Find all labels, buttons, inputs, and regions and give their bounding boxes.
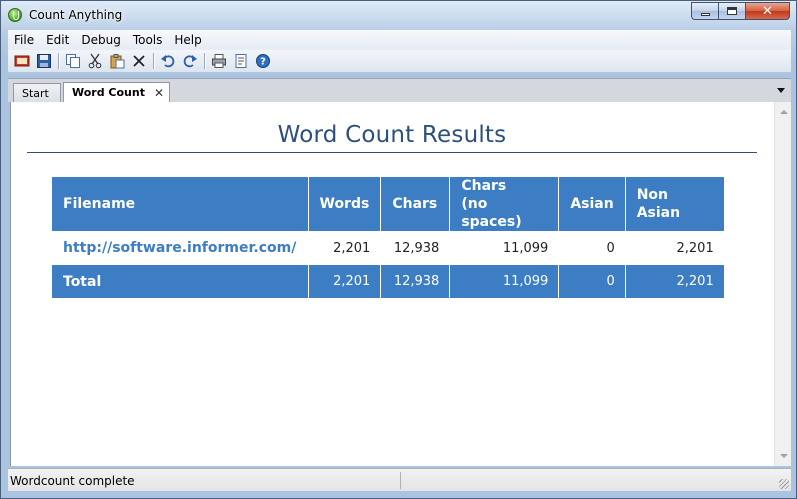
copy-icon[interactable] (62, 51, 84, 71)
close-icon: ✕ (762, 3, 773, 19)
title-bar[interactable]: Count Anything ✕ (1, 1, 796, 29)
toolbar-separator (204, 53, 205, 69)
table-header-row: Filename Words Chars Chars (no spaces) A… (52, 177, 725, 231)
page-title: Word Count Results (277, 122, 507, 148)
cell-chars: 12,938 (380, 231, 451, 265)
header-chars-no-spaces: Chars (no spaces) (449, 177, 560, 231)
results-panel: Word Count Results Filename Words Chars … (10, 102, 774, 466)
menu-edit[interactable]: Edit (40, 33, 75, 47)
cell-non-asian: 2,201 (625, 231, 725, 265)
tab-label: Word Count (72, 86, 145, 99)
tab-close-icon[interactable]: ✕ (154, 86, 164, 100)
minimize-button[interactable] (691, 2, 718, 20)
table-row: http://software.informer.com/ 2,201 12,9… (52, 231, 725, 265)
header-non-asian: Non Asian (625, 177, 725, 231)
resize-grip-icon[interactable] (779, 479, 789, 489)
title-divider (27, 152, 757, 153)
menu-debug[interactable]: Debug (75, 33, 126, 47)
vertical-scrollbar[interactable] (774, 102, 791, 466)
paste-icon[interactable] (106, 51, 128, 71)
print-icon[interactable] (208, 51, 230, 71)
total-asian: 0 (558, 265, 626, 298)
tab-start[interactable]: Start (13, 83, 61, 104)
header-chars: Chars (380, 177, 451, 231)
menu-help[interactable]: Help (168, 33, 207, 47)
menu-bar: File Edit Debug Tools Help (8, 30, 791, 50)
delete-icon[interactable] (128, 51, 150, 71)
tab-word-count[interactable]: Word Count ✕ (63, 82, 170, 104)
tab-strip: Start Word Count ✕ (8, 78, 791, 104)
toolbar-separator (153, 53, 154, 69)
status-bar: Wordcount complete (8, 468, 791, 491)
scroll-down-icon[interactable] (780, 454, 788, 458)
window-title: Count Anything (29, 8, 123, 22)
filename-link[interactable]: http://software.informer.com/ (52, 231, 309, 265)
tab-label: Start (22, 87, 49, 100)
close-button[interactable]: ✕ (745, 2, 790, 20)
window-controls: ✕ (691, 2, 790, 21)
maximize-button[interactable] (718, 2, 745, 20)
minimize-icon (700, 12, 710, 16)
cell-words: 2,201 (308, 231, 382, 265)
app-logo-icon (8, 8, 22, 22)
total-words: 2,201 (308, 265, 382, 298)
help-icon[interactable]: ? (252, 51, 274, 71)
scroll-up-icon[interactable] (780, 110, 788, 114)
total-row: Total 2,201 12,938 11,099 0 2,201 (52, 265, 725, 298)
properties-icon[interactable] (230, 51, 252, 71)
maximize-icon (727, 7, 737, 15)
toolbar: ? (8, 50, 791, 73)
undo-icon[interactable] (157, 51, 179, 71)
total-non-asian: 2,201 (625, 265, 725, 298)
cell-asian: 0 (558, 231, 626, 265)
header-chars-no-spaces-line1: Chars (461, 178, 507, 194)
cut-icon[interactable] (84, 51, 106, 71)
cell-chars-no-spaces: 11,099 (449, 231, 560, 265)
toolbar-separator (58, 53, 59, 69)
total-label: Total (52, 265, 309, 298)
save-icon[interactable] (33, 51, 55, 71)
menu-tools[interactable]: Tools (127, 33, 169, 47)
results-table: Filename Words Chars Chars (no spaces) A… (52, 177, 725, 298)
status-text: Wordcount complete (10, 474, 135, 488)
header-chars-no-spaces-line2: (no spaces) (461, 196, 522, 230)
open-icon[interactable] (11, 51, 33, 71)
total-chars-no-spaces: 11,099 (449, 265, 560, 298)
tab-list-dropdown-icon[interactable] (777, 88, 785, 93)
header-asian: Asian (558, 177, 626, 231)
header-filename: Filename (52, 177, 309, 231)
status-divider (400, 472, 401, 489)
redo-icon[interactable] (179, 51, 201, 71)
menu-file[interactable]: File (8, 33, 40, 47)
svg-text:?: ? (260, 57, 266, 68)
app-window: Count Anything ✕ File Edit Debug Tools H… (0, 0, 797, 499)
header-words: Words (308, 177, 382, 231)
total-chars: 12,938 (380, 265, 451, 298)
